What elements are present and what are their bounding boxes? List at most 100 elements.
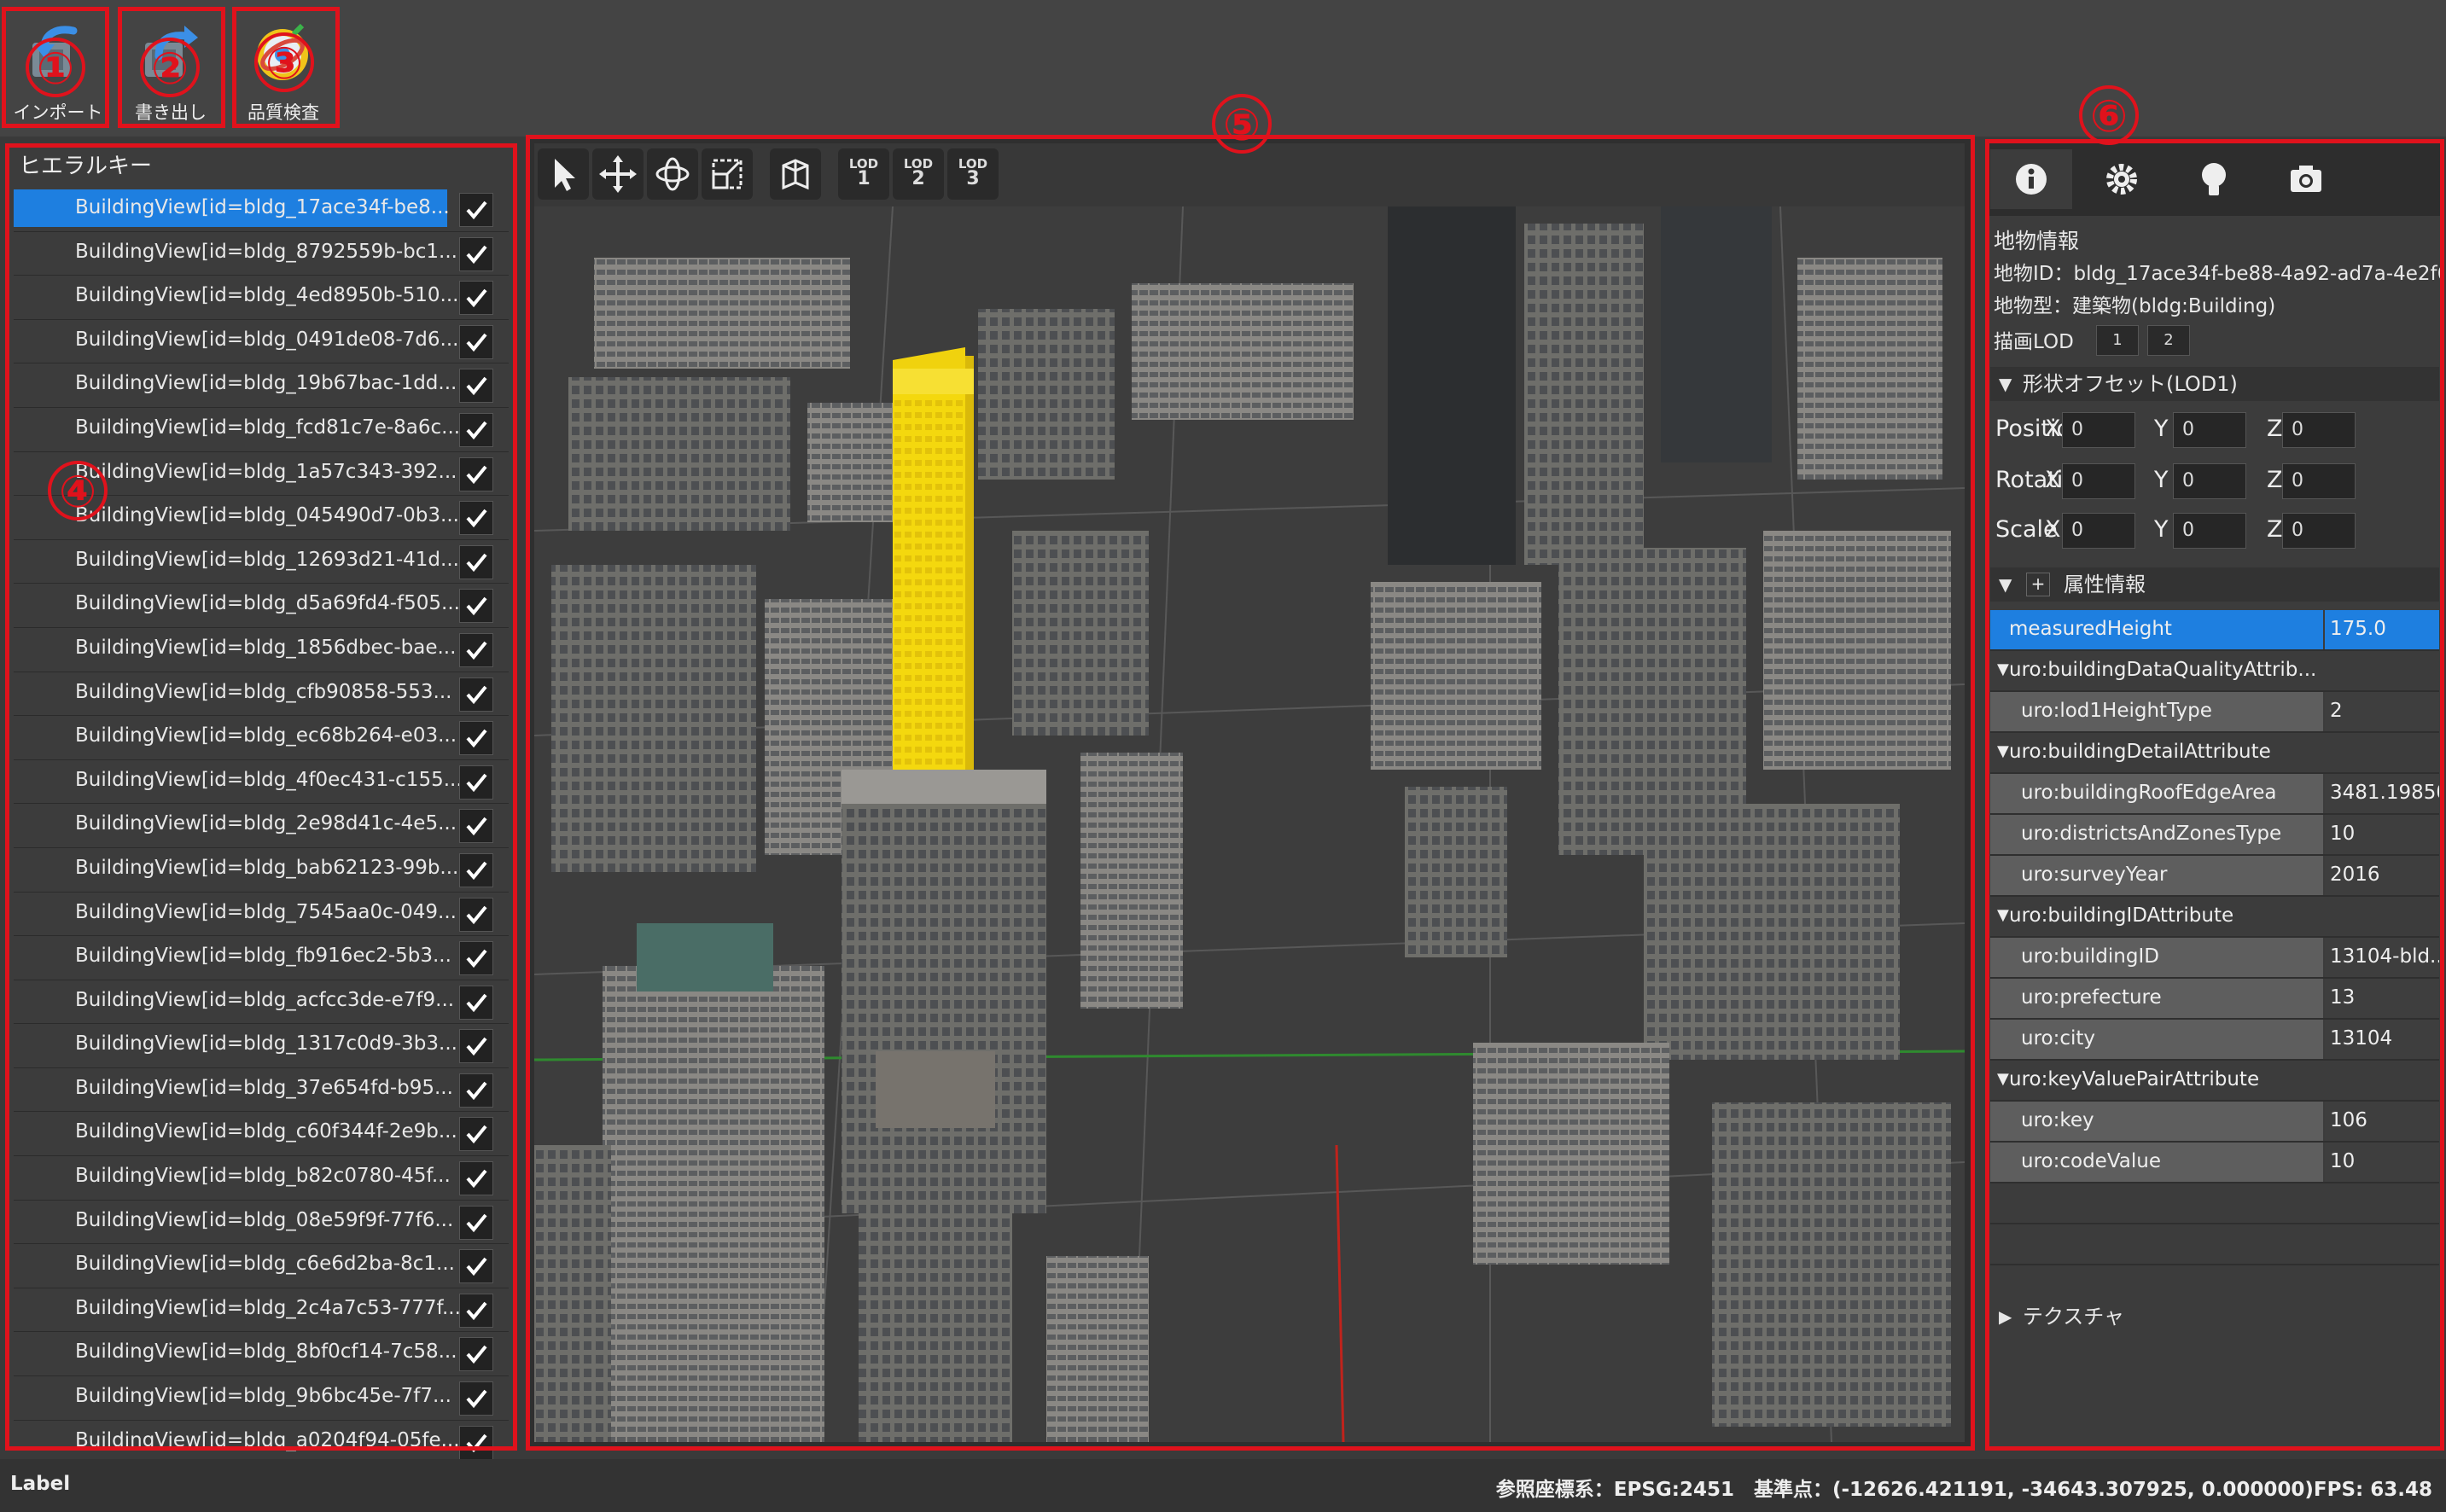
transform-x-input[interactable]: 0 — [2062, 463, 2135, 499]
attribute-section-header[interactable]: ▼ + 属性情報 — [1990, 567, 2439, 602]
visibility-checkbox[interactable] — [459, 1205, 493, 1240]
visibility-checkbox[interactable] — [459, 941, 493, 976]
rotate-tool-button[interactable] — [647, 148, 698, 200]
visibility-checkbox[interactable] — [459, 677, 493, 712]
visibility-checkbox[interactable] — [459, 1293, 493, 1328]
hierarchy-item[interactable]: BuildingView[id=bldg_2e98d41c-4e5... — [14, 804, 509, 848]
visibility-checkbox[interactable] — [459, 985, 493, 1020]
hierarchy-item[interactable]: BuildingView[id=bldg_0491de08-7d6... — [14, 320, 509, 364]
visibility-checkbox[interactable] — [459, 1117, 493, 1152]
tab-lighting[interactable] — [2173, 149, 2255, 209]
attribute-value[interactable]: 106 — [2330, 1109, 2367, 1131]
chevron-down-icon[interactable]: ▼ — [1997, 906, 2009, 924]
texture-section-header[interactable]: ▶ テクスチャ — [1990, 1300, 2439, 1334]
visibility-checkbox[interactable] — [459, 369, 493, 404]
attribute-value[interactable]: 3481.19850 — [2330, 782, 2439, 804]
hierarchy-item[interactable]: BuildingView[id=bldg_2c4a7c53-777f... — [14, 1288, 509, 1333]
hierarchy-item[interactable]: BuildingView[id=bldg_c60f344f-2e9b... — [14, 1112, 509, 1157]
visibility-checkbox[interactable] — [459, 501, 493, 536]
transform-y-input[interactable]: 0 — [2173, 412, 2246, 448]
transform-x-input[interactable]: 0 — [2062, 412, 2135, 448]
attribute-value[interactable]: 175.0 — [2330, 618, 2386, 640]
hierarchy-item[interactable]: BuildingView[id=bldg_8bf0cf14-7c58... — [14, 1332, 509, 1377]
add-attribute-button[interactable]: + — [2026, 573, 2050, 596]
move-tool-button[interactable] — [592, 148, 644, 200]
attribute-value[interactable]: 2016 — [2330, 864, 2380, 886]
attribute-value[interactable]: 13104-bld... — [2330, 945, 2439, 968]
hierarchy-item[interactable]: BuildingView[id=bldg_17ace34f-be8... — [14, 188, 509, 232]
camera-view-button[interactable] — [770, 148, 821, 200]
attribute-row[interactable]: uro:key 106 — [1990, 1102, 2439, 1143]
hierarchy-item[interactable]: BuildingView[id=bldg_08e59f9f-77f6... — [14, 1201, 509, 1245]
attribute-row[interactable]: uro:surveyYear 2016 — [1990, 856, 2439, 897]
hierarchy-item[interactable]: BuildingView[id=bldg_d5a69fd4-f505... — [14, 584, 509, 628]
hierarchy-item[interactable]: BuildingView[id=bldg_4ed8950b-510... — [14, 276, 509, 320]
lod3-button[interactable]: LOD 3 — [947, 148, 999, 200]
visibility-checkbox[interactable] — [459, 765, 493, 800]
transform-z-input[interactable]: 0 — [2282, 463, 2356, 499]
visibility-checkbox[interactable] — [459, 632, 493, 667]
attribute-row[interactable]: uro:prefecture 13 — [1990, 979, 2439, 1020]
visibility-checkbox[interactable] — [459, 897, 493, 932]
attribute-row[interactable]: ▼ uro:buildingDataQualityAttrib... — [1990, 651, 2439, 692]
visibility-checkbox[interactable] — [459, 1337, 493, 1372]
visibility-checkbox[interactable] — [459, 852, 493, 887]
hierarchy-item[interactable]: BuildingView[id=bldg_37e654fd-b95... — [14, 1068, 509, 1113]
attribute-row[interactable]: uro:city 13104 — [1990, 1020, 2439, 1061]
select-tool-button[interactable] — [538, 148, 589, 200]
attribute-row[interactable]: uro:codeValue 10 — [1990, 1143, 2439, 1183]
attribute-row[interactable]: uro:buildingRoofEdgeArea 3481.19850 — [1990, 774, 2439, 815]
attribute-row[interactable]: uro:lod1HeightType 2 — [1990, 692, 2439, 733]
transform-z-input[interactable]: 0 — [2282, 513, 2356, 549]
draw-lod-1-button[interactable]: 1 — [2096, 325, 2139, 356]
visibility-checkbox[interactable] — [459, 281, 493, 316]
chevron-down-icon[interactable]: ▼ — [1997, 660, 2009, 678]
transform-z-input[interactable]: 0 — [2282, 412, 2356, 448]
hierarchy-item[interactable]: BuildingView[id=bldg_ec68b264-e03... — [14, 716, 509, 760]
visibility-checkbox[interactable] — [459, 589, 493, 624]
attribute-row[interactable]: uro:buildingID 13104-bld... — [1990, 938, 2439, 979]
offset-section-header[interactable]: ▼ 形状オフセット(LOD1) — [1990, 367, 2439, 401]
transform-x-input[interactable]: 0 — [2062, 513, 2135, 549]
visibility-checkbox[interactable] — [459, 1029, 493, 1064]
attribute-row[interactable]: uro:districtsAndZonesType 10 — [1990, 815, 2439, 856]
attribute-row[interactable]: ▼ uro:buildingDetailAttribute — [1990, 733, 2439, 774]
scale-tool-button[interactable] — [702, 148, 753, 200]
hierarchy-item[interactable]: BuildingView[id=bldg_9b6bc45e-7f7... — [14, 1376, 509, 1421]
hierarchy-item[interactable]: BuildingView[id=bldg_7545aa0c-049... — [14, 893, 509, 937]
visibility-checkbox[interactable] — [459, 1425, 493, 1460]
hierarchy-item[interactable]: BuildingView[id=bldg_4f0ec431-c155... — [14, 760, 509, 805]
visibility-checkbox[interactable] — [459, 1073, 493, 1108]
hierarchy-item[interactable]: BuildingView[id=bldg_19b67bac-1dd... — [14, 363, 509, 408]
visibility-checkbox[interactable] — [459, 457, 493, 491]
tab-camera[interactable] — [2265, 149, 2347, 209]
hierarchy-item[interactable]: BuildingView[id=bldg_fb916ec2-5b3... — [14, 936, 509, 980]
hierarchy-item[interactable]: BuildingView[id=bldg_1317c0d9-3b3... — [14, 1024, 509, 1068]
hierarchy-item[interactable]: BuildingView[id=bldg_1856dbec-bae... — [14, 628, 509, 672]
lod1-button[interactable]: LOD 1 — [838, 148, 889, 200]
attribute-value[interactable]: 2 — [2330, 700, 2343, 722]
hierarchy-item[interactable]: BuildingView[id=bldg_12693d21-41d... — [14, 540, 509, 584]
visibility-checkbox[interactable] — [459, 412, 493, 447]
hierarchy-item[interactable]: BuildingView[id=bldg_c6e6d2ba-8c1... — [14, 1244, 509, 1288]
attribute-value[interactable]: 10 — [2330, 823, 2355, 845]
tab-info[interactable] — [1990, 149, 2072, 209]
hierarchy-item[interactable]: BuildingView[id=bldg_cfb90858-553... — [14, 672, 509, 717]
chevron-down-icon[interactable]: ▼ — [1997, 742, 2009, 760]
attribute-value[interactable]: 10 — [2330, 1150, 2355, 1172]
attribute-row[interactable]: ▼ uro:keyValuePairAttribute — [1990, 1061, 2439, 1102]
hierarchy-item[interactable]: BuildingView[id=bldg_b82c0780-45f... — [14, 1156, 509, 1201]
visibility-checkbox[interactable] — [459, 193, 493, 227]
visibility-checkbox[interactable] — [459, 1161, 493, 1196]
visibility-checkbox[interactable] — [459, 544, 493, 579]
transform-y-input[interactable]: 0 — [2173, 513, 2246, 549]
chevron-down-icon[interactable]: ▼ — [1997, 1070, 2009, 1088]
draw-lod-2-button[interactable]: 2 — [2147, 325, 2190, 356]
visibility-checkbox[interactable] — [459, 809, 493, 844]
lod2-button[interactable]: LOD 2 — [893, 148, 944, 200]
visibility-checkbox[interactable] — [459, 721, 493, 756]
attribute-row[interactable]: measuredHeight 175.0 — [1990, 610, 2439, 651]
visibility-checkbox[interactable] — [459, 1249, 493, 1284]
visibility-checkbox[interactable] — [459, 324, 493, 359]
3d-city-scene[interactable] — [534, 206, 1965, 1442]
